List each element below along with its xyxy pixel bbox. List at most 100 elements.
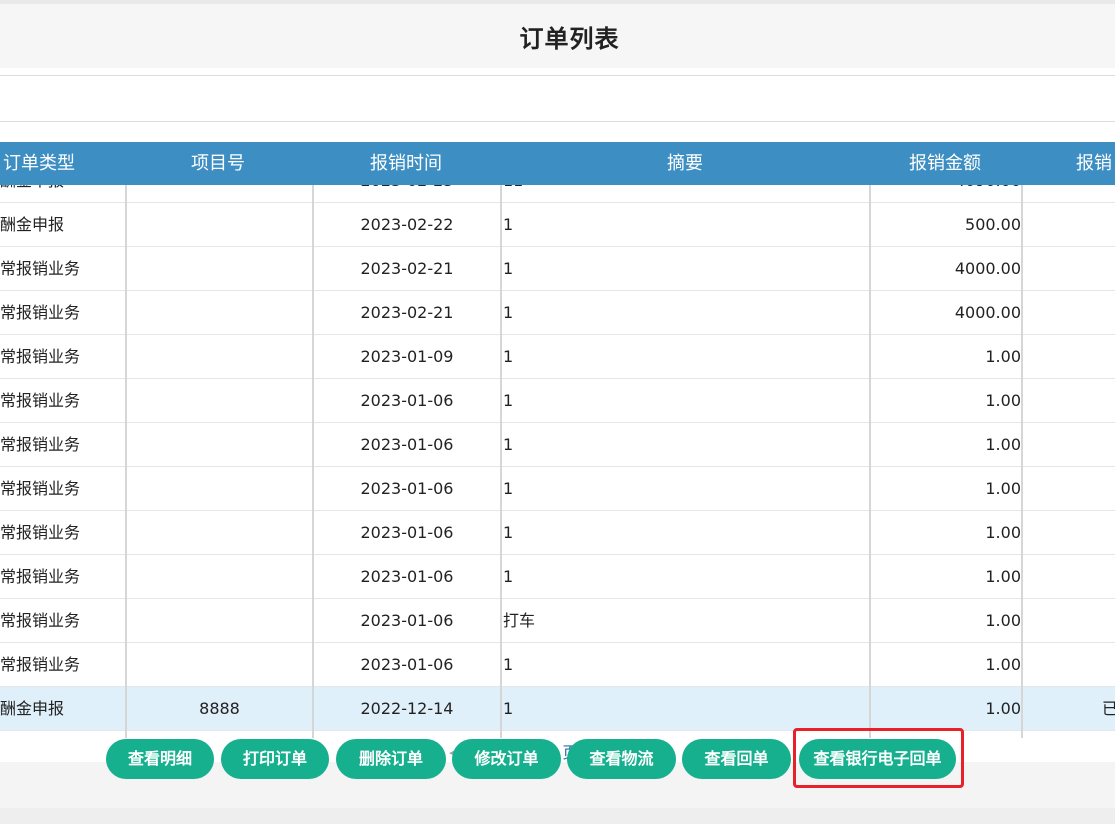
cell-order-type: 常报销业务 bbox=[0, 611, 81, 630]
cell-date: 2023-02-21 bbox=[360, 303, 454, 322]
view-details-button[interactable]: 查看明细 bbox=[106, 739, 214, 779]
cell-summary: 1 bbox=[503, 523, 514, 542]
column-divider bbox=[1021, 185, 1023, 738]
cell-summary: 1 bbox=[503, 655, 514, 674]
cell-amount: 4000.00 bbox=[954, 303, 1021, 322]
cell-order-type: 酬金申报 bbox=[0, 185, 124, 203]
cell-amount: 1.00 bbox=[985, 655, 1021, 674]
cell-order-type: 常报销业务 bbox=[0, 259, 81, 278]
cell-summary: 打车 bbox=[503, 611, 536, 630]
title-bar: 订单列表 bbox=[0, 4, 1115, 68]
cell-project-no bbox=[127, 247, 312, 291]
view-logistics-button[interactable]: 查看物流 bbox=[567, 739, 676, 779]
table-row[interactable]: 常报销业务 2023-02-21 1 4000.00草 bbox=[0, 247, 1115, 291]
cell-status: 草 bbox=[1024, 291, 1115, 335]
cell-summary: 1 bbox=[503, 567, 514, 586]
column-divider bbox=[125, 185, 127, 738]
cell-summary: 11 bbox=[503, 185, 869, 203]
divider bbox=[0, 121, 1115, 122]
cell-summary: 1 bbox=[503, 303, 514, 322]
highlight-box bbox=[793, 728, 964, 788]
column-divider bbox=[500, 185, 502, 738]
table-row[interactable]: 常报销业务 2023-01-06 打车 1.00草 bbox=[0, 599, 1115, 643]
cell-summary: 1 bbox=[503, 699, 514, 718]
cell-status: 草 bbox=[1024, 511, 1115, 555]
cell-date: 2023-02-21 bbox=[360, 259, 454, 278]
cell-date: 2023-01-06 bbox=[360, 523, 454, 542]
table-row[interactable]: 常报销业务 2023-01-06 1 1.00草 bbox=[0, 467, 1115, 511]
cell-status: 草 bbox=[1024, 185, 1115, 203]
cell-amount: 1.00 bbox=[985, 391, 1021, 410]
column-divider bbox=[312, 185, 314, 738]
cell-project-no bbox=[127, 643, 312, 687]
cell-project-no bbox=[127, 379, 312, 423]
cell-date: 2023-01-06 bbox=[360, 435, 454, 454]
cell-status: 草 bbox=[1024, 599, 1115, 643]
cell-summary: 1 bbox=[503, 479, 514, 498]
cell-order-type: 常报销业务 bbox=[0, 303, 81, 322]
cell-status: 草 bbox=[1024, 467, 1115, 511]
grid-rows: 酬金申报2023-02-23114090.00草酬金申报2023-02-2215… bbox=[0, 185, 1115, 731]
cell-status: 草 bbox=[1024, 247, 1115, 291]
column-header-date[interactable]: 报销时间 bbox=[348, 142, 464, 185]
cell-date: 2023-02-22 bbox=[360, 215, 454, 234]
grid-body[interactable]: 酬金申报2023-02-23114090.00草酬金申报2023-02-2215… bbox=[0, 185, 1115, 738]
cell-order-type: 常报销业务 bbox=[0, 435, 81, 454]
column-header-summary[interactable]: 摘要 bbox=[645, 142, 725, 185]
column-divider bbox=[869, 185, 871, 738]
cell-order-type: 常报销业务 bbox=[0, 347, 81, 366]
cell-date: 2023-01-06 bbox=[360, 391, 454, 410]
cell-amount: 1.00 bbox=[985, 699, 1021, 718]
cell-project-no bbox=[127, 203, 312, 247]
cell-date: 2022-12-14 bbox=[360, 699, 454, 718]
table-row[interactable]: 常报销业务 2023-01-06 1 1.00草 bbox=[0, 555, 1115, 599]
cell-amount: 1.00 bbox=[985, 567, 1021, 586]
page-title: 订单列表 bbox=[519, 24, 620, 53]
cell-status: 草 bbox=[1024, 555, 1115, 599]
cell-summary: 1 bbox=[503, 391, 514, 410]
cell-date: 2023-01-06 bbox=[360, 611, 454, 630]
view-receipt-button[interactable]: 查看回单 bbox=[682, 739, 791, 779]
table-row[interactable]: 常报销业务 2023-02-21 1 4000.00草 bbox=[0, 291, 1115, 335]
cell-summary: 1 bbox=[503, 215, 514, 234]
cell-date: 2023-01-06 bbox=[360, 567, 454, 586]
column-header-amount[interactable]: 报销金额 bbox=[887, 142, 1003, 185]
cell-date: 2023-02-23 bbox=[314, 185, 500, 203]
cell-status: 草 bbox=[1024, 335, 1115, 379]
cell-project-no bbox=[127, 511, 312, 555]
grid-header: 订单类型 项目号 报销时间 摘要 报销金额 报销 bbox=[0, 142, 1115, 185]
cell-status: 已报 bbox=[1101, 699, 1115, 718]
print-order-button[interactable]: 打印订单 bbox=[221, 739, 329, 779]
cell-order-type: 常报销业务 bbox=[0, 479, 81, 498]
cell-status: 草 bbox=[1024, 379, 1115, 423]
toolbar-area bbox=[0, 76, 1115, 121]
cell-amount: 1.00 bbox=[985, 523, 1021, 542]
table-row[interactable]: 酬金申报 2023-02-23114090.00草 bbox=[0, 185, 1115, 203]
table-row[interactable]: 常报销业务 2023-01-09 1 1.00草 bbox=[0, 335, 1115, 379]
cell-project-no bbox=[127, 555, 312, 599]
cell-amount: 1.00 bbox=[985, 479, 1021, 498]
table-row[interactable]: 酬金申报 2023-02-22 1 500.00草 bbox=[0, 203, 1115, 247]
table-row[interactable]: 常报销业务 2023-01-06 1 1.00草 bbox=[0, 379, 1115, 423]
edit-order-button[interactable]: 修改订单 bbox=[452, 739, 561, 779]
column-header-status[interactable]: 报销 bbox=[1076, 142, 1115, 185]
cell-order-type: 常报销业务 bbox=[0, 391, 81, 410]
cell-amount: 4090.00 bbox=[872, 185, 1021, 203]
cell-status: 草 bbox=[1024, 423, 1115, 467]
table-row[interactable]: 酬金申报 8888 2022-12-14 1 1.00 已报 bbox=[0, 687, 1115, 731]
delete-order-button[interactable]: 删除订单 bbox=[336, 739, 446, 779]
order-grid: 订单类型 项目号 报销时间 摘要 报销金额 报销 酬金申报2023-02-231… bbox=[0, 142, 1115, 738]
cell-summary: 1 bbox=[503, 259, 514, 278]
cell-project-no: 8888 bbox=[199, 699, 240, 718]
cell-date: 2023-01-06 bbox=[360, 655, 454, 674]
cell-project-no bbox=[127, 335, 312, 379]
cell-summary: 1 bbox=[503, 347, 514, 366]
table-row[interactable]: 常报销业务 2023-01-06 1 1.00草 bbox=[0, 511, 1115, 555]
cell-date: 2023-01-09 bbox=[360, 347, 454, 366]
column-header-project-no[interactable]: 项目号 bbox=[170, 142, 266, 185]
table-row[interactable]: 常报销业务 2023-01-06 1 1.00草 bbox=[0, 643, 1115, 687]
table-row[interactable]: 常报销业务 2023-01-06 1 1.00草 bbox=[0, 423, 1115, 467]
cell-order-type: 酬金申报 bbox=[0, 699, 65, 718]
column-header-order-type[interactable]: 订单类型 bbox=[0, 142, 84, 185]
cell-project-no bbox=[127, 599, 312, 643]
